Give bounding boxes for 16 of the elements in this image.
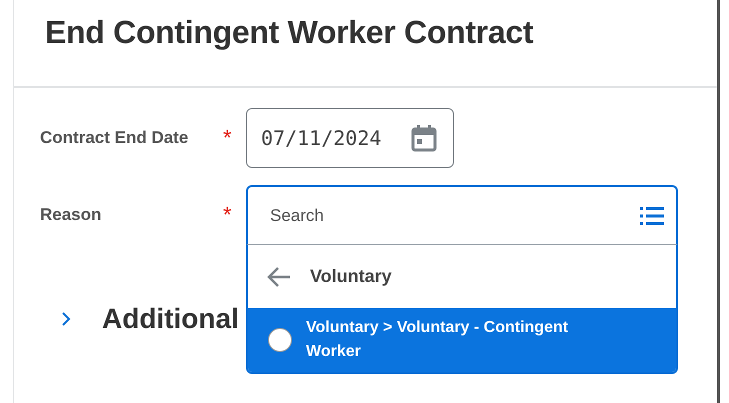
date-field[interactable]: 07/11/2024 [246, 108, 454, 168]
chevron-icon[interactable] [60, 310, 72, 328]
section-title: Additional [102, 303, 239, 335]
search-input[interactable]: Search [268, 204, 640, 226]
field-label: Contract End Date [40, 128, 190, 148]
search-box[interactable]: Search [246, 185, 678, 245]
menu-breadcrumb: Voluntary [310, 266, 392, 287]
radio-button[interactable] [268, 328, 292, 352]
list-icon[interactable] [640, 206, 664, 226]
menu-option[interactable]: Voluntary > Voluntary - Contingent Worker [248, 308, 676, 372]
back-arrow-icon[interactable] [266, 266, 292, 288]
required-label: * [223, 202, 233, 228]
page-title: End Contingent Worker Contract [45, 14, 534, 51]
calendar-icon[interactable] [411, 124, 437, 152]
field-label: Reason [40, 205, 102, 225]
required-label: * [223, 125, 233, 151]
